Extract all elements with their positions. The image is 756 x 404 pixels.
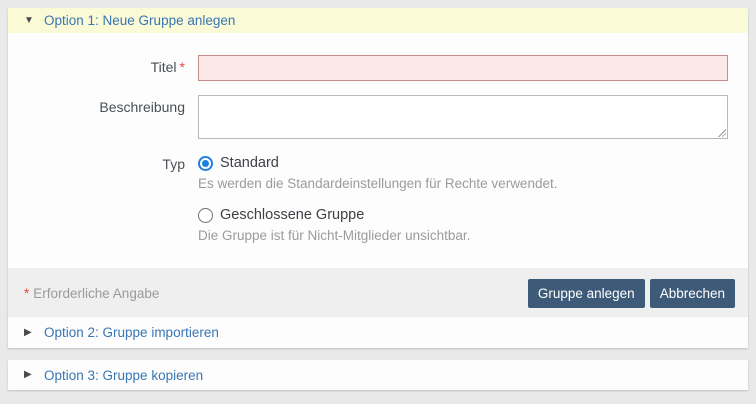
radio-closed-group-help: Die Gruppe ist für Nicht-Mitglieder unsi… [198,228,735,243]
caret-down-icon: ▼ [24,16,44,26]
title-label-text: Titel [151,59,177,75]
accordion-title-option2: Option 2: Gruppe importieren [44,325,219,340]
title-required-marker: * [180,59,185,75]
accordion-panel-option2: ▶ Option 2: Gruppe importieren [8,317,748,348]
radio-standard-help: Es werden die Standardeinstellungen für … [198,176,735,191]
required-note: * Erforderliche Angabe [24,286,159,301]
radio-selected-icon[interactable] [198,156,213,171]
textarea-resize-handle-icon[interactable] [717,128,726,137]
caret-right-icon: ▶ [24,328,44,338]
create-group-form: Titel* Beschreibung Typ [8,33,748,268]
accordion-header-option2[interactable]: ▶ Option 2: Gruppe importieren [8,317,748,348]
title-label: Titel* [8,55,198,75]
accordion-title-option3: Option 3: Gruppe kopieren [44,368,203,383]
description-textarea[interactable] [198,95,728,139]
accordion-panel-option1: ▼ Option 1: Neue Gruppe anlegen Titel* B… [8,8,748,318]
radio-closed-group-label: Geschlossene Gruppe [220,207,364,223]
title-row: Titel* [8,55,748,81]
accordion-title-option1: Option 1: Neue Gruppe anlegen [44,13,235,28]
radio-unselected-icon[interactable] [198,208,213,223]
radio-standard[interactable]: Standard [198,155,735,171]
radio-closed-group[interactable]: Geschlossene Gruppe [198,207,735,223]
accordion-header-option3[interactable]: ▶ Option 3: Gruppe kopieren [8,360,748,390]
type-option-standard: Standard Es werden die Standardeinstellu… [198,155,735,191]
required-note-text: Erforderliche Angabe [33,286,159,301]
description-row: Beschreibung [8,95,748,139]
description-label: Beschreibung [8,95,198,115]
form-footer: * Erforderliche Angabe Gruppe anlegen Abb… [8,268,748,318]
accordion-header-option1[interactable]: ▼ Option 1: Neue Gruppe anlegen [8,8,748,33]
create-group-button[interactable]: Gruppe anlegen [528,279,645,308]
accordion-panel-option3: ▶ Option 3: Gruppe kopieren [8,360,748,390]
cancel-button[interactable]: Abbrechen [650,279,735,308]
type-option-closed: Geschlossene Gruppe Die Gruppe ist für N… [198,207,735,243]
title-input[interactable] [198,55,728,81]
radio-standard-label: Standard [220,155,279,171]
page: ▼ Option 1: Neue Gruppe anlegen Titel* B… [0,0,756,404]
required-note-marker: * [24,286,29,301]
type-row: Typ Standard Es werden die Standardeinst… [8,155,748,249]
type-label: Typ [8,155,198,172]
caret-right-icon: ▶ [24,370,44,380]
